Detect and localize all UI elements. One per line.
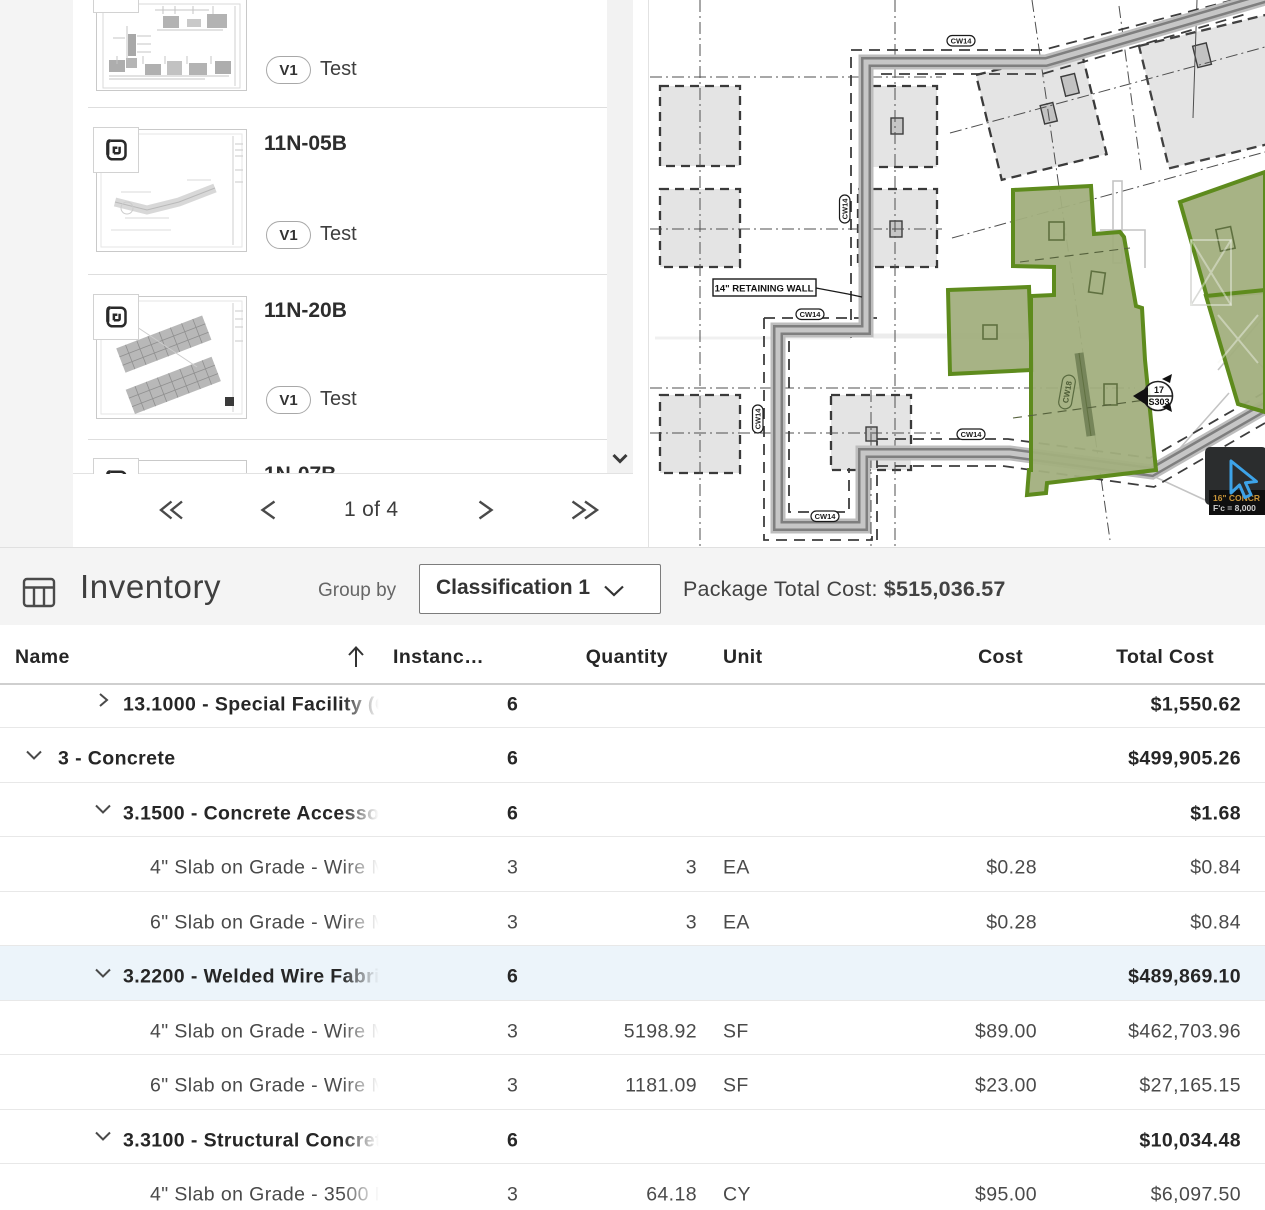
svg-text:CW14: CW14	[841, 198, 850, 220]
svg-text:CW14: CW14	[951, 37, 973, 46]
svg-text:CW14: CW14	[800, 310, 822, 319]
svg-text:CW14: CW14	[961, 430, 983, 439]
svg-text:CW14: CW14	[754, 408, 763, 430]
svg-text:16" CONCR: 16" CONCR	[1213, 493, 1260, 503]
svg-text:CW14: CW14	[815, 512, 837, 521]
svg-text:F'c = 8,000: F'c = 8,000	[1213, 503, 1256, 513]
svg-text:17: 17	[1154, 385, 1164, 395]
svg-text:14" RETAINING WALL: 14" RETAINING WALL	[715, 284, 814, 295]
svg-text:S303: S303	[1148, 397, 1169, 407]
